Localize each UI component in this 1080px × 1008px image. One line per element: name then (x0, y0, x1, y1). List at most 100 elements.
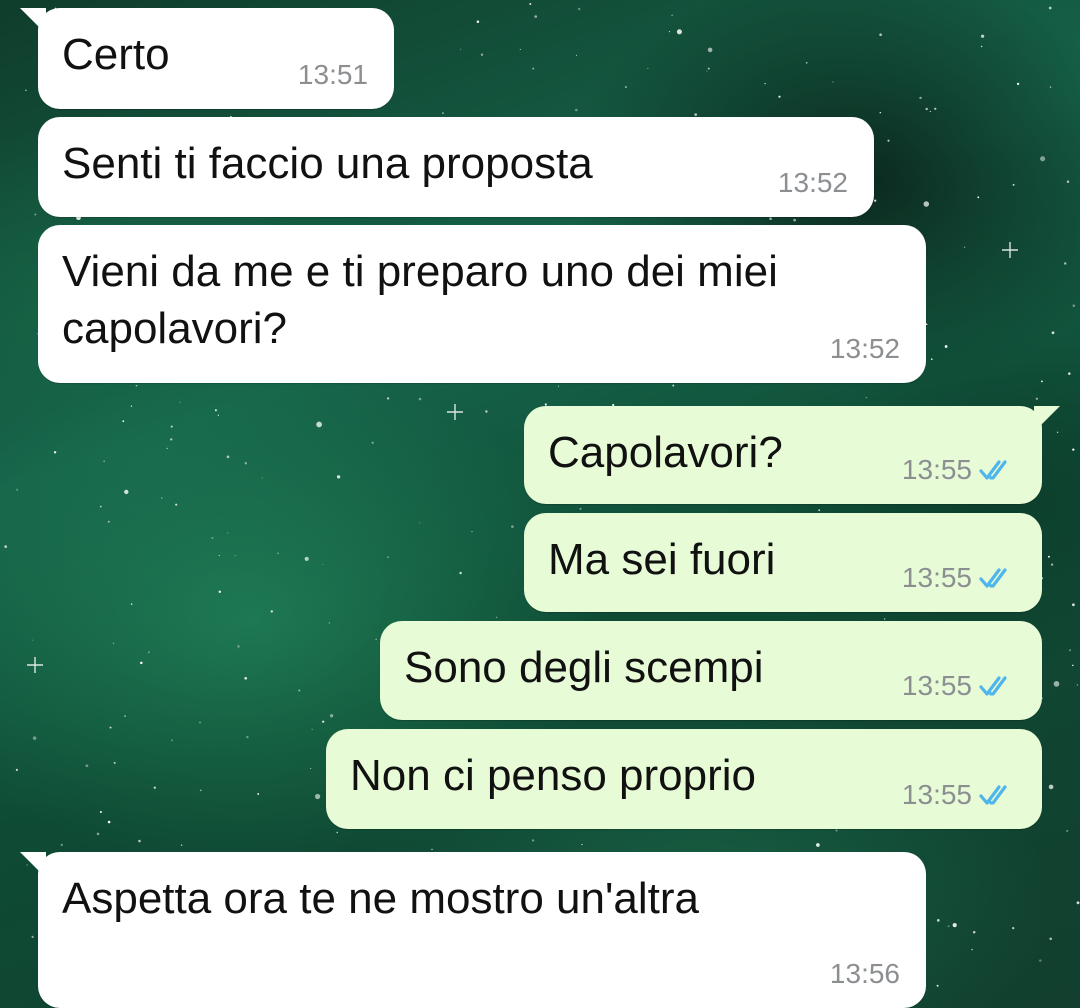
star (883, 618, 886, 620)
star (672, 384, 675, 387)
star (217, 414, 220, 416)
message-time: 13:55 (901, 779, 972, 810)
star (980, 34, 985, 38)
star (1076, 684, 1078, 686)
star (322, 564, 324, 566)
star (103, 460, 105, 462)
star (887, 139, 890, 142)
star (936, 919, 940, 922)
star (329, 714, 334, 718)
double-check-icon (979, 676, 1007, 696)
star (816, 843, 820, 847)
message-bubble-incoming[interactable]: Aspetta ora te ne mostro un'altra 13:56 (20, 852, 926, 1008)
message-text: Sono degli scempi (404, 643, 764, 692)
message-text: Ma sei fuori (548, 535, 776, 584)
message-bubble-outgoing[interactable]: Capolavori? 13:55 (524, 406, 1060, 504)
bubble-tail (1034, 406, 1060, 432)
star (977, 196, 980, 199)
star (532, 67, 535, 70)
star (929, 110, 931, 112)
star (4, 545, 8, 548)
star (534, 15, 538, 18)
star (575, 108, 578, 112)
star (624, 86, 627, 89)
star (1069, 649, 1071, 652)
message-text: Vieni da me e ti preparo uno dei miei ca… (62, 247, 778, 353)
star (336, 475, 341, 479)
star (764, 82, 766, 85)
star (471, 530, 473, 533)
star (778, 95, 781, 98)
star (135, 384, 138, 387)
star (557, 385, 559, 387)
star (1041, 380, 1043, 383)
star (130, 405, 133, 407)
message-bubble-outgoing[interactable]: Sono degli scempi 13:55 (380, 621, 1042, 720)
star (1039, 959, 1042, 962)
star (124, 489, 129, 495)
star (529, 2, 532, 6)
star (947, 925, 950, 928)
star (112, 642, 115, 645)
star (769, 217, 772, 221)
star (179, 401, 181, 403)
star (246, 735, 249, 739)
star (706, 70, 708, 72)
star (531, 839, 535, 842)
star (261, 477, 263, 479)
star (244, 461, 248, 465)
star (171, 739, 173, 742)
star (147, 651, 150, 654)
star (166, 447, 168, 450)
star (1049, 86, 1052, 88)
star (99, 505, 102, 508)
star (304, 556, 309, 561)
star (1050, 563, 1054, 566)
message-time: 13:55 (901, 562, 972, 593)
star (944, 345, 948, 348)
star (113, 761, 116, 764)
message-time: 13:55 (901, 454, 972, 485)
star (980, 45, 983, 48)
message-time: 13:51 (297, 59, 368, 90)
star (1076, 901, 1080, 905)
star (199, 721, 201, 724)
star (170, 438, 173, 441)
message-bubble-incoming[interactable]: Senti ti faccio una proposta 13:52 (38, 117, 874, 217)
double-check-icon (979, 460, 1007, 480)
star (805, 61, 808, 64)
star (879, 111, 882, 114)
star (328, 622, 330, 624)
star (138, 839, 141, 843)
star (919, 96, 922, 100)
message-time: 13:55 (901, 670, 972, 701)
star (431, 848, 433, 851)
star (460, 48, 462, 51)
star (99, 810, 102, 814)
message-bubble-incoming[interactable]: Certo 13:51 (20, 8, 394, 109)
star (34, 213, 37, 216)
message-bubble-incoming[interactable]: Vieni da me e ti preparo uno dei miei ca… (38, 225, 926, 383)
message-text: Aspetta ora te ne mostro un'altra (62, 874, 699, 923)
star (122, 420, 125, 423)
star (925, 107, 928, 111)
star (1048, 6, 1052, 10)
star (16, 488, 19, 491)
star (480, 53, 484, 56)
message-bubble-outgoing[interactable]: Ma sei fuori 13:55 (524, 513, 1042, 612)
star (1051, 331, 1055, 335)
star (32, 736, 37, 740)
star (96, 832, 100, 836)
star (879, 33, 882, 37)
star (818, 509, 821, 512)
star (1016, 82, 1020, 86)
star (1048, 784, 1054, 790)
star (160, 496, 163, 499)
message-time: 13:56 (829, 958, 900, 989)
double-check-icon (979, 785, 1007, 805)
message-bubble-outgoing[interactable]: Non ci penso proprio 13:55 (326, 729, 1042, 829)
star (237, 645, 240, 648)
star (671, 14, 673, 17)
star (234, 555, 236, 557)
star (107, 820, 111, 824)
